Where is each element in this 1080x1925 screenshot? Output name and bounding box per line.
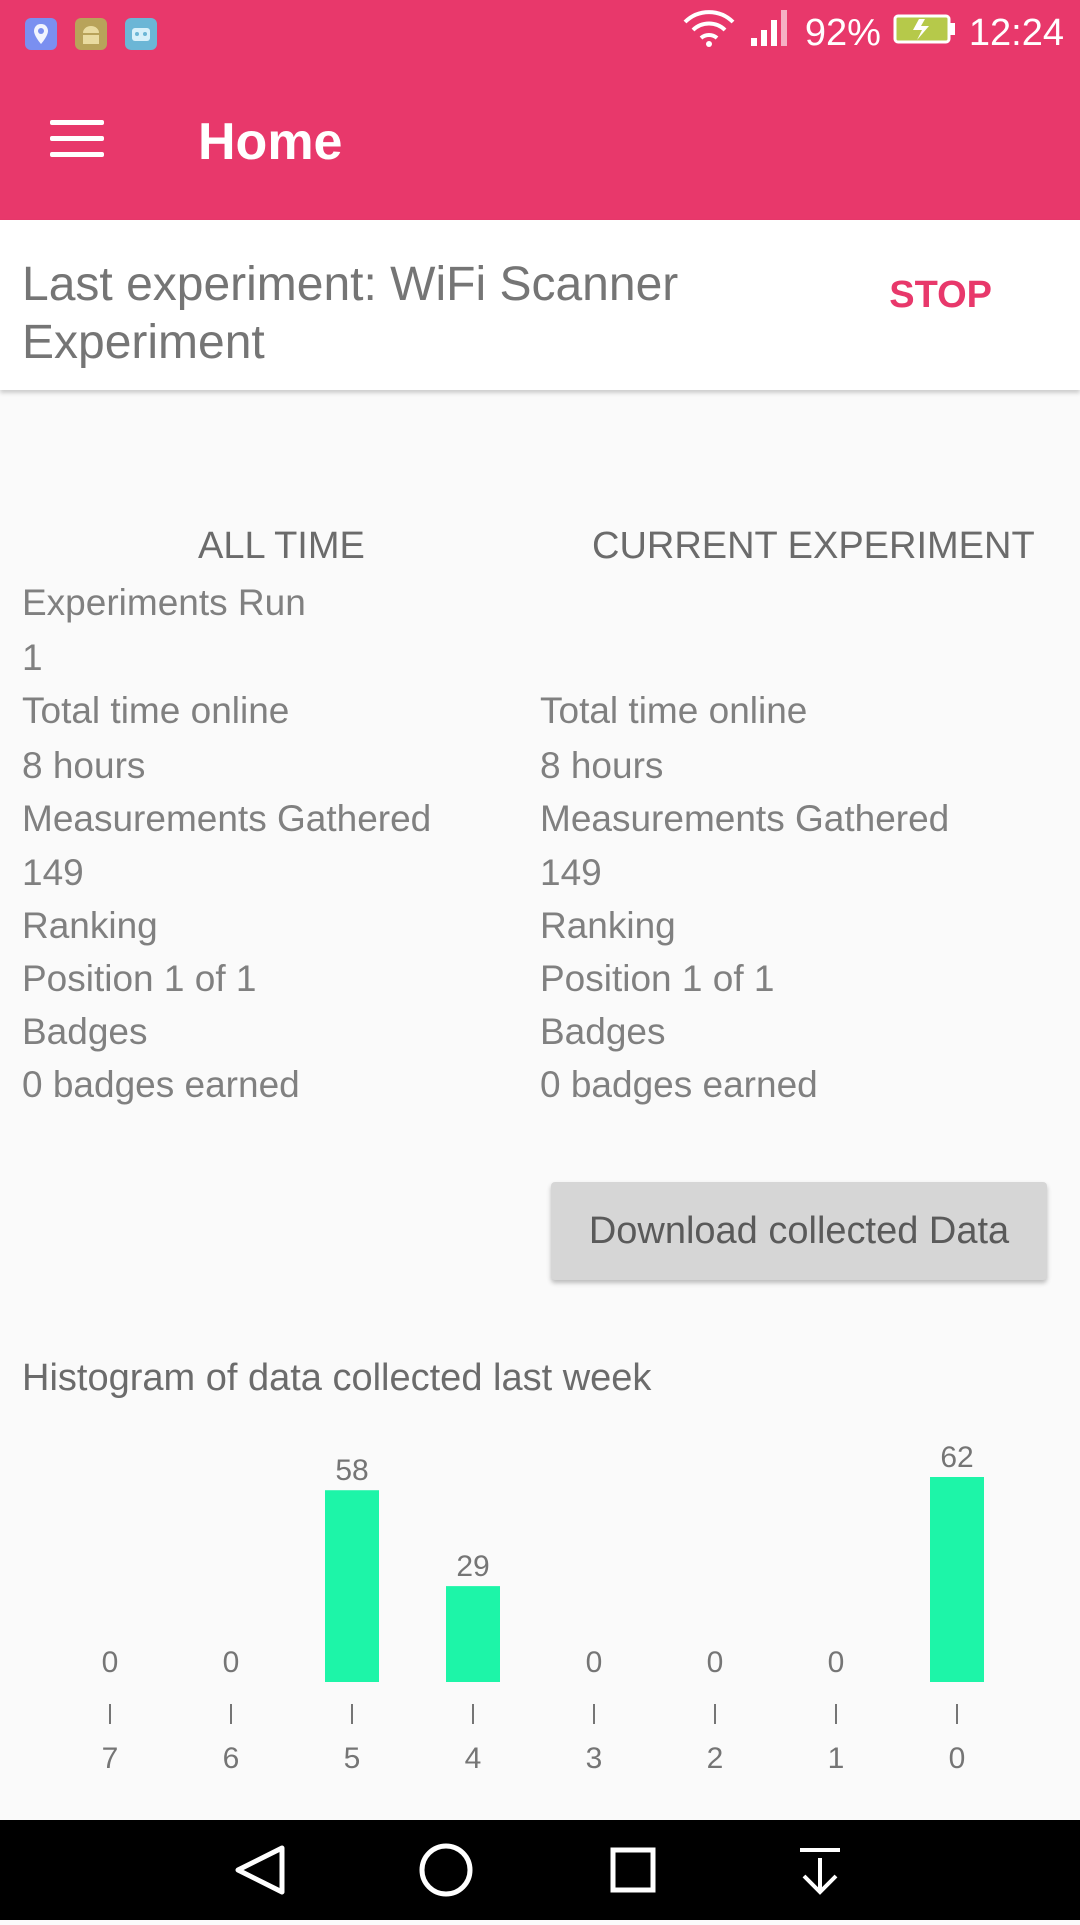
histogram-value-label: 29 [456,1550,489,1583]
last-experiment-card: Last experiment: WiFi Scanner Experiment… [0,220,1080,390]
location-notification-icon [25,18,57,50]
page-title: Home [198,113,343,171]
histogram-tick-label: 0 [949,1742,966,1770]
all-time-time-value: 8 hours [22,745,146,786]
current-ranking-label: Ranking [540,905,676,946]
stop-button[interactable]: STOP [889,274,992,317]
wifi-icon [681,8,737,58]
hamburger-menu-icon[interactable] [38,108,114,168]
notification-pulldown-icon[interactable] [760,1820,880,1920]
all-time-ranking-label: Ranking [22,905,158,946]
recents-icon[interactable] [573,1820,693,1920]
current-time-label: Total time online [540,690,808,731]
battery-icon [893,12,957,55]
all-time-ranking-value: Position 1 of 1 [22,958,257,999]
histogram-value-label: 0 [223,1646,240,1679]
histogram-bar [930,1477,984,1682]
home-icon[interactable] [386,1820,506,1920]
histogram-tick-label: 5 [344,1742,361,1770]
last-experiment-label: Last experiment: WiFi Scanner Experiment [22,258,679,369]
current-time-value: 8 hours [540,745,664,786]
current-badges-value: 0 badges earned [540,1064,818,1105]
current-ranking-value: Position 1 of 1 [540,958,775,999]
histogram-bar [325,1490,379,1682]
current-measurements-label: Measurements Gathered [540,798,950,839]
histogram-tick-label: 4 [465,1742,482,1770]
all-time-badges-label: Badges [22,1011,148,1052]
android-notification-icon [75,18,107,50]
all-time-measurements-label: Measurements Gathered [22,798,432,839]
histogram-chart: 0 7 0 6 58 5 29 4 0 3 0 2 0 1 62 0 [102,1441,984,1770]
current-measurements-value: 149 [540,852,602,893]
histogram-value-label: 58 [335,1454,368,1487]
histogram-value-label: 0 [707,1646,724,1679]
histogram-value-label: 62 [940,1441,973,1474]
histogram-tick-label: 6 [223,1742,240,1770]
experiments-run-label: Experiments Run [22,582,306,623]
histogram-value-label: 0 [586,1646,603,1679]
back-icon[interactable] [200,1820,320,1920]
download-data-button[interactable]: Download collected Data [551,1182,1047,1280]
experiments-run-value: 1 [22,637,43,678]
all-time-time-label: Total time online [22,690,290,731]
histogram-tick-label: 1 [828,1742,845,1770]
histogram-tick-label: 2 [707,1742,724,1770]
status-bar: 92% 12:24 [0,0,1080,66]
navigation-bar [0,1820,1080,1920]
all-time-measurements-value: 149 [22,852,84,893]
signal-icon [749,8,793,58]
histogram-value-label: 0 [102,1646,119,1679]
all-time-badges-value: 0 badges earned [22,1064,300,1105]
app-bar: Home [0,66,1080,220]
current-experiment-header: CURRENT EXPERIMENT [592,525,1035,567]
histogram-value-label: 0 [828,1646,845,1679]
clock: 12:24 [968,11,1064,54]
histogram-tick-label: 3 [586,1742,603,1770]
histogram-bar [446,1586,500,1682]
all-time-header: ALL TIME [198,525,365,567]
battery-percent: 92% [804,11,881,54]
robot-notification-icon [125,18,157,50]
histogram-tick-label: 7 [102,1742,119,1770]
histogram-title: Histogram of data collected last week [22,1357,652,1399]
current-badges-label: Badges [540,1011,666,1052]
